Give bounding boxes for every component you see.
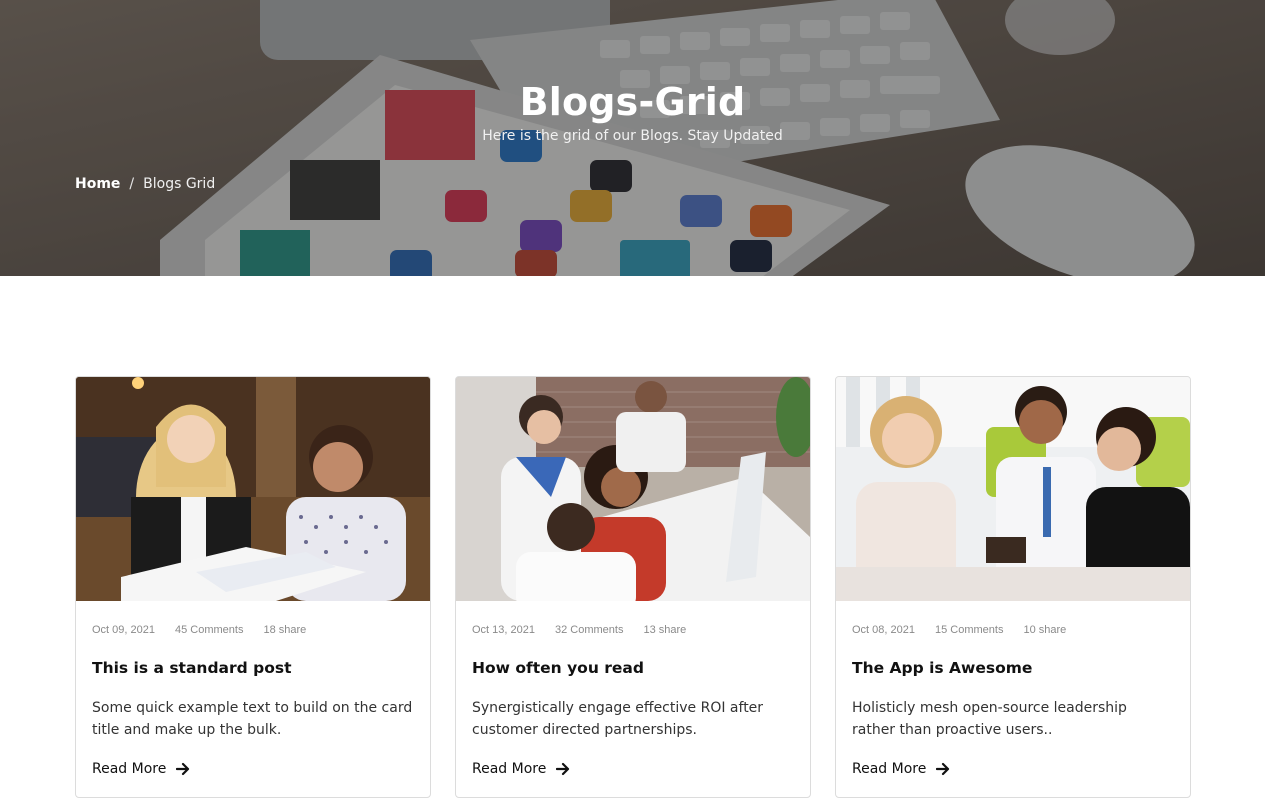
post-date: Oct 13, 2021 bbox=[472, 624, 535, 636]
page-header-hero: Blogs-Grid Here is the grid of our Blogs… bbox=[0, 0, 1265, 276]
blog-card-image[interactable] bbox=[456, 377, 810, 601]
post-comments-count[interactable]: 32 Comments bbox=[555, 624, 623, 636]
read-more-link[interactable]: Read More bbox=[92, 761, 190, 777]
blog-card-meta: Oct 08, 2021 15 Comments 10 share bbox=[852, 624, 1066, 636]
breadcrumb-home-link[interactable]: Home bbox=[75, 176, 120, 192]
blog-card-title[interactable]: This is a standard post bbox=[92, 659, 292, 677]
read-more-label: Read More bbox=[472, 761, 547, 777]
blog-card-excerpt: Some quick example text to build on the … bbox=[92, 700, 413, 738]
blog-card: Oct 13, 2021 32 Comments 13 share How of… bbox=[455, 376, 811, 798]
post-comments-count[interactable]: 15 Comments bbox=[935, 624, 1003, 636]
blog-card-excerpt: Synergistically engage effective ROI aft… bbox=[472, 700, 764, 738]
post-share-count[interactable]: 13 share bbox=[643, 624, 686, 636]
breadcrumb-current: Blogs Grid bbox=[143, 176, 216, 192]
blog-card: Oct 09, 2021 45 Comments 18 share This i… bbox=[75, 376, 431, 798]
post-share-count[interactable]: 10 share bbox=[1023, 624, 1066, 636]
blog-card-title[interactable]: The App is Awesome bbox=[852, 659, 1032, 677]
blog-card-excerpt: Holisticly mesh open-source leadership r… bbox=[852, 700, 1127, 738]
post-date: Oct 08, 2021 bbox=[852, 624, 915, 636]
breadcrumb: Home / Blogs Grid bbox=[75, 176, 215, 192]
arrow-right-icon bbox=[176, 762, 190, 776]
post-date: Oct 09, 2021 bbox=[92, 624, 155, 636]
blog-card: Oct 08, 2021 15 Comments 10 share The Ap… bbox=[835, 376, 1191, 798]
read-more-link[interactable]: Read More bbox=[852, 761, 950, 777]
breadcrumb-separator: / bbox=[129, 176, 135, 192]
page-title: Blogs-Grid bbox=[519, 80, 746, 124]
blog-card-title[interactable]: How often you read bbox=[472, 659, 644, 677]
read-more-label: Read More bbox=[852, 761, 927, 777]
read-more-label: Read More bbox=[92, 761, 167, 777]
blog-card-meta: Oct 09, 2021 45 Comments 18 share bbox=[92, 624, 306, 636]
arrow-right-icon bbox=[936, 762, 950, 776]
post-share-count[interactable]: 18 share bbox=[263, 624, 306, 636]
post-comments-count[interactable]: 45 Comments bbox=[175, 624, 243, 636]
blog-card-image[interactable] bbox=[836, 377, 1190, 601]
blog-card-image[interactable] bbox=[76, 377, 430, 601]
page-subtitle: Here is the grid of our Blogs. Stay Upda… bbox=[482, 128, 783, 144]
read-more-link[interactable]: Read More bbox=[472, 761, 570, 777]
blog-card-meta: Oct 13, 2021 32 Comments 13 share bbox=[472, 624, 686, 636]
arrow-right-icon bbox=[556, 762, 570, 776]
